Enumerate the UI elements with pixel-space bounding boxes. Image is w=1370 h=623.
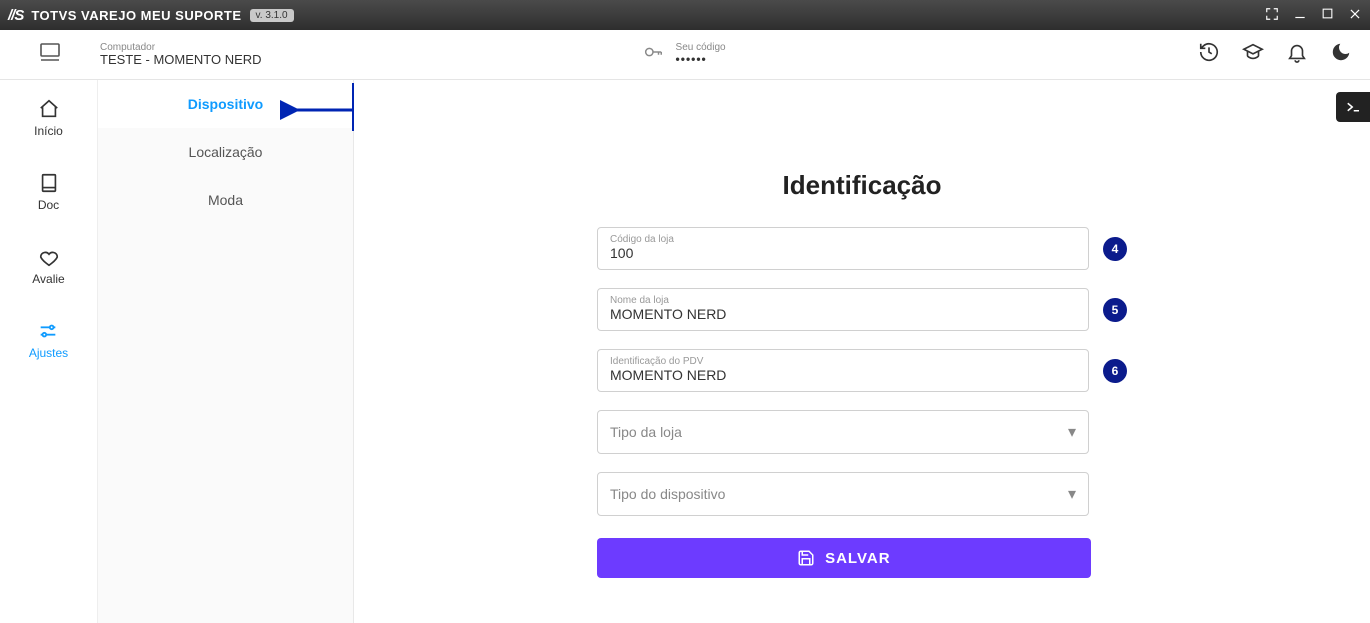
rail-item-inicio[interactable]: Início: [34, 98, 63, 138]
select-placeholder: Tipo do dispositivo: [610, 486, 1068, 502]
app-version: v. 3.1.0: [250, 9, 294, 22]
sidebar-item-dispositivo[interactable]: Dispositivo: [98, 80, 353, 128]
field-label: Identificação do PDV: [610, 356, 1076, 367]
badge-5: 5: [1103, 298, 1127, 322]
computer-info: Computador TESTE - MOMENTO NERD: [100, 42, 262, 67]
bell-icon[interactable]: [1286, 41, 1308, 68]
code-value: ••••••: [676, 53, 726, 66]
chevron-down-icon: ▾: [1068, 484, 1076, 504]
save-icon: [797, 549, 815, 567]
field-tipo-loja[interactable]: Tipo da loja ▾: [597, 410, 1089, 454]
rail-label: Ajustes: [29, 346, 68, 360]
app-name: TOTVS VAREJO MEU SUPORTE: [31, 8, 241, 23]
save-button[interactable]: SALVAR: [597, 538, 1091, 578]
dark-mode-icon[interactable]: [1330, 41, 1352, 68]
rail-label: Avalie: [32, 272, 64, 286]
badge-6: 6: [1103, 359, 1127, 383]
app-logo: //S: [8, 7, 23, 24]
info-bar: Computador TESTE - MOMENTO NERD Seu códi…: [0, 30, 1370, 80]
key-icon: [642, 41, 664, 68]
nome-loja-input[interactable]: [610, 306, 1076, 322]
history-icon[interactable]: [1198, 41, 1220, 68]
codigo-loja-input[interactable]: [610, 245, 1076, 261]
save-button-label: SALVAR: [825, 550, 890, 567]
rail-item-doc[interactable]: Doc: [38, 172, 60, 212]
left-rail: Início Doc Avalie Ajustes: [0, 80, 98, 623]
field-codigo-loja[interactable]: Código da loja: [597, 227, 1089, 270]
fullscreen-icon[interactable]: [1265, 7, 1279, 24]
select-placeholder: Tipo da loja: [610, 424, 1068, 440]
code-info: Seu código ••••••: [676, 42, 726, 66]
badge-4: 4: [1103, 237, 1127, 261]
terminal-button[interactable]: [1336, 92, 1370, 122]
sidebar-item-moda[interactable]: Moda: [98, 176, 353, 224]
sidebar-item-localizacao[interactable]: Localização: [98, 128, 353, 176]
field-label: Código da loja: [610, 234, 1076, 245]
computer-value: TESTE - MOMENTO NERD: [100, 53, 262, 67]
field-label: Nome da loja: [610, 295, 1076, 306]
page-title: Identificação: [597, 170, 1127, 201]
minimize-button[interactable]: [1293, 7, 1307, 24]
terminal-icon: [1344, 98, 1362, 116]
field-tipo-dispositivo[interactable]: Tipo do dispositivo ▾: [597, 472, 1089, 516]
chevron-down-icon: ▾: [1068, 422, 1076, 442]
maximize-button[interactable]: [1321, 7, 1334, 23]
field-nome-loja[interactable]: Nome da loja: [597, 288, 1089, 331]
id-pdv-input[interactable]: [610, 367, 1076, 383]
monitor-icon: [38, 40, 62, 69]
settings-sidebar: Dispositivo Localização Moda: [98, 80, 354, 623]
rail-label: Doc: [38, 198, 59, 212]
close-button[interactable]: [1348, 7, 1362, 24]
rail-label: Início: [34, 124, 63, 138]
rail-item-avalie[interactable]: Avalie: [32, 246, 64, 286]
rail-item-ajustes[interactable]: Ajustes: [29, 320, 68, 360]
field-id-pdv[interactable]: Identificação do PDV: [597, 349, 1089, 392]
graduation-icon[interactable]: [1242, 41, 1264, 68]
title-bar: //S TOTVS VAREJO MEU SUPORTE v. 3.1.0: [0, 0, 1370, 30]
main-content: Identificação Código da loja 4 Nome da l…: [354, 80, 1370, 623]
